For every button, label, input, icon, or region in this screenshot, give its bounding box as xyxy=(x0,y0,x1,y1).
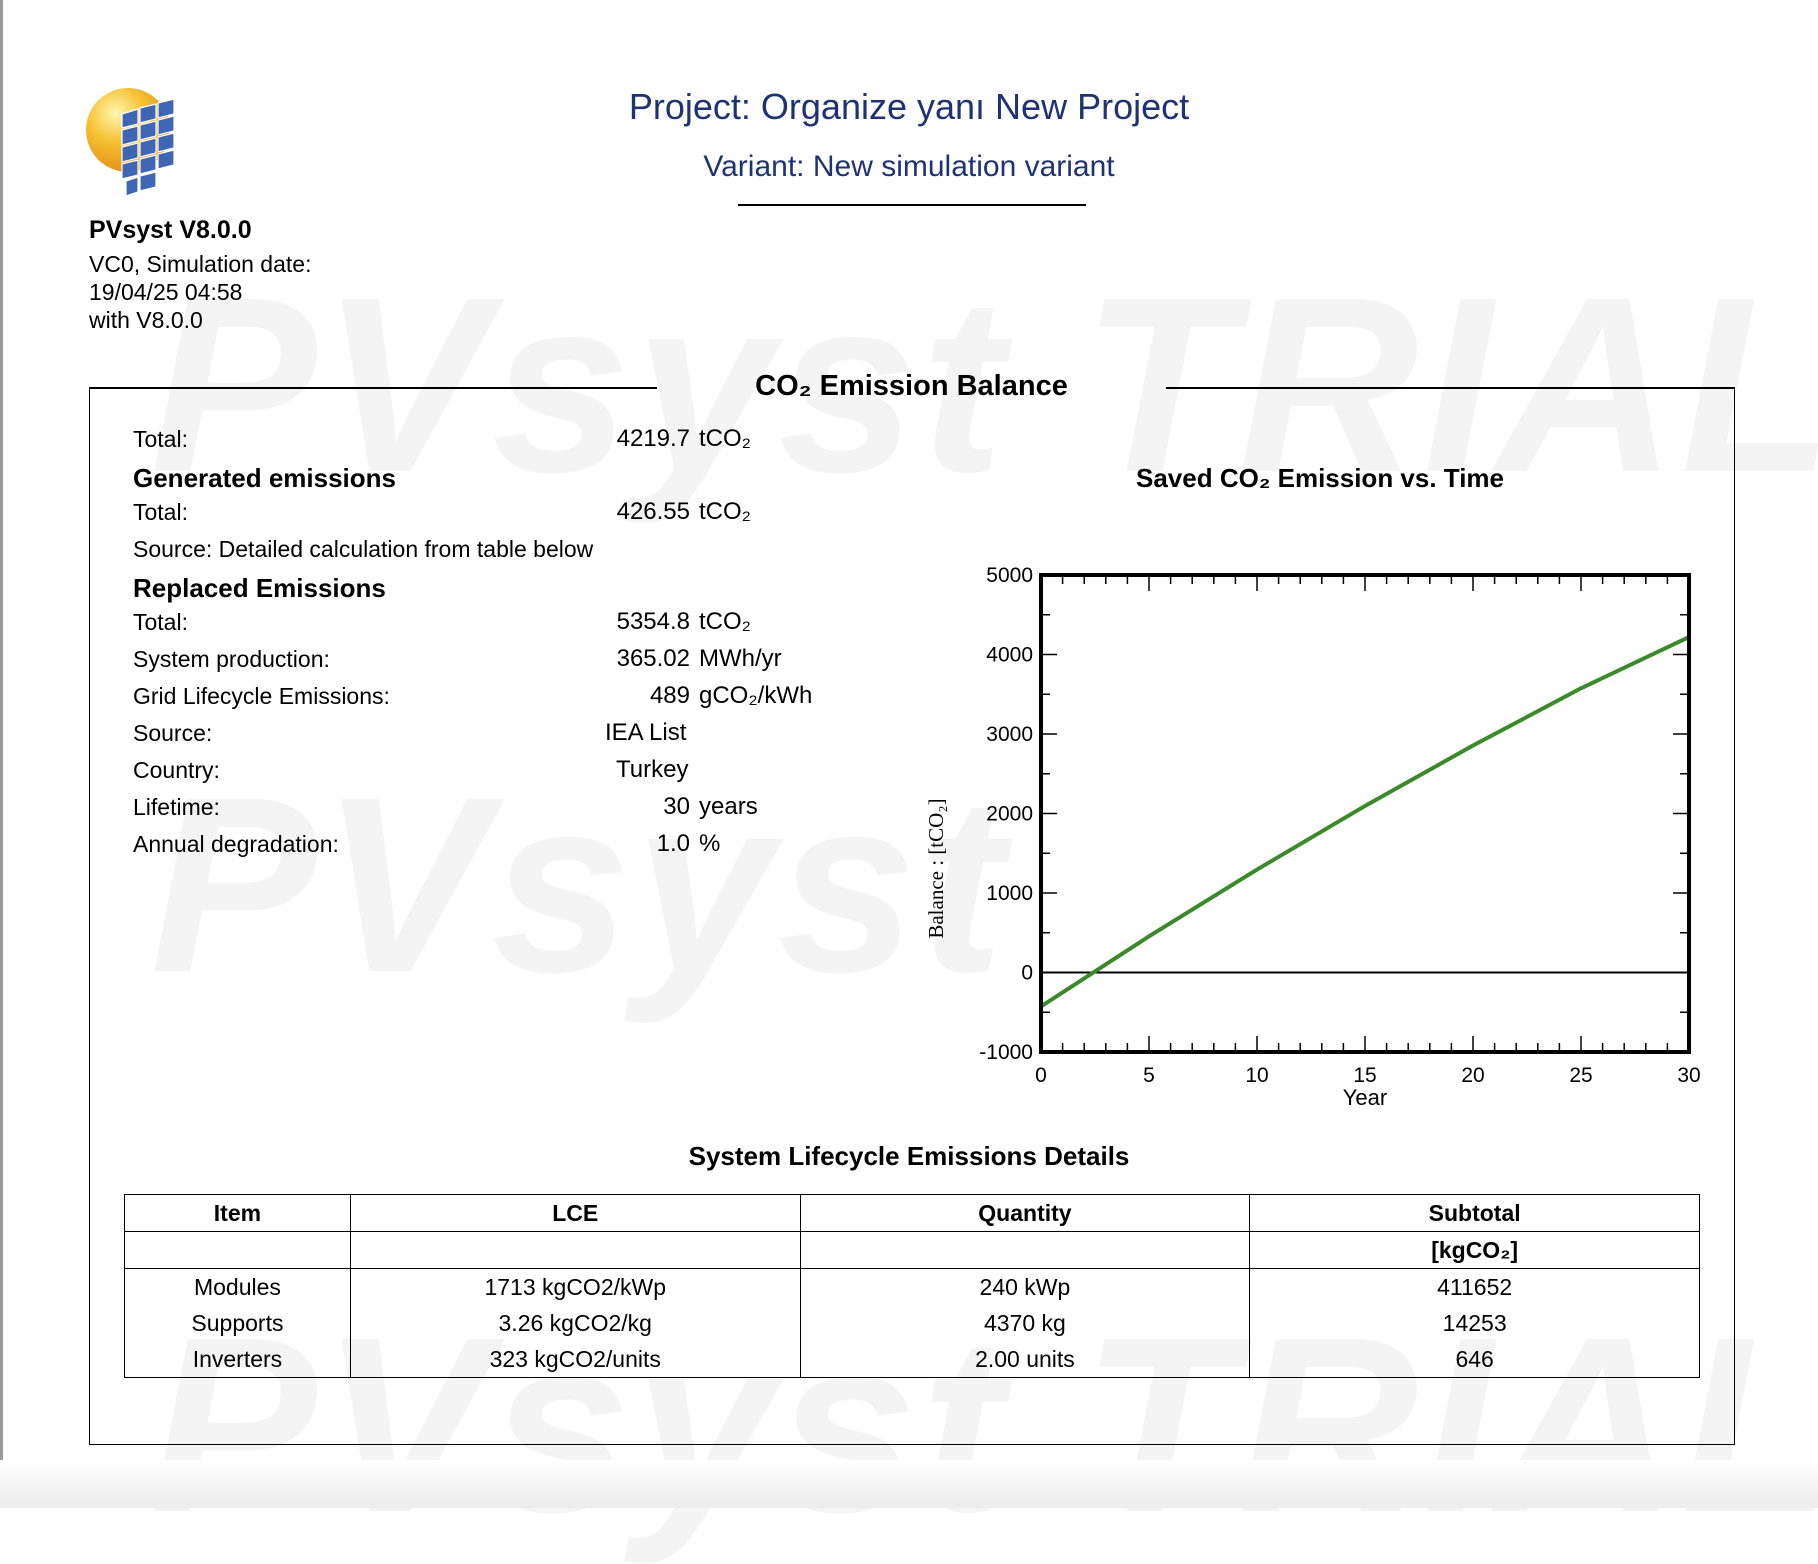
cell-subtotal: 14253 xyxy=(1249,1305,1700,1341)
y-tick-label: 3000 xyxy=(986,723,1033,746)
y-tick-label: 5000 xyxy=(986,564,1033,587)
generated-total-unit: tCO₂ xyxy=(699,498,751,525)
y-tick-label: 4000 xyxy=(986,644,1033,667)
cell-subtotal: 646 xyxy=(1249,1341,1700,1378)
source-label: Source: xyxy=(133,720,213,746)
header-divider xyxy=(738,204,1086,206)
country-label: Country: xyxy=(133,757,220,783)
generated-total-label: Total: xyxy=(133,499,188,525)
lifetime-unit: years xyxy=(699,793,758,820)
annual-degradation-label: Annual degradation: xyxy=(133,831,339,857)
table-row: Inverters 323 kgCO2/units 2.00 units 646 xyxy=(124,1341,1700,1378)
cell-quantity: 240 kWp xyxy=(799,1268,1251,1305)
variant-title: Variant: New simulation variant xyxy=(703,150,1115,183)
section-frame-top-right xyxy=(1166,387,1735,389)
cell-quantity: 2.00 units xyxy=(799,1341,1251,1378)
column-header-lce: LCE xyxy=(349,1194,801,1232)
replaced-total-value: 5354.8 xyxy=(616,608,690,635)
chart-title: Saved CO₂ Emission vs. Time xyxy=(1136,463,1504,493)
lce-table: Item LCE Quantity Subtotal [kgCO₂] Modul… xyxy=(124,1194,1700,1378)
x-axis-label: Year xyxy=(1343,1085,1387,1110)
saved-co2-chart: 0 5 10 15 20 25 30-1000010002000300040005000Ye… xyxy=(924,564,1701,1110)
page-left-border xyxy=(0,0,3,1508)
simulation-info-line: VC0, Simulation date: xyxy=(89,251,312,277)
annual-degradation-unit: % xyxy=(699,830,721,857)
cell-lce: 3.26 kgCO2/kg xyxy=(349,1305,801,1341)
simulation-info: VC0, Simulation date: 19/04/25 04:58 wit… xyxy=(89,250,389,334)
annual-degradation-value: 1.0 xyxy=(656,830,690,857)
simulation-info-line: 19/04/25 04:58 xyxy=(89,279,243,305)
series-line xyxy=(1039,635,1690,1009)
unit-cell-empty xyxy=(799,1231,1251,1269)
cell-lce: 323 kgCO2/units xyxy=(349,1341,801,1378)
grid-lifecycle-label: Grid Lifecycle Emissions: xyxy=(133,683,390,709)
total-label: Total: xyxy=(133,426,188,452)
simulation-info-line: with V8.0.0 xyxy=(89,307,203,333)
total-unit: tCO₂ xyxy=(699,425,751,452)
grid-lifecycle-value: 489 xyxy=(649,682,690,709)
x-tick-label: 0 xyxy=(1035,1064,1047,1087)
y-tick-label: 0 xyxy=(1021,962,1033,985)
y-tick-label: -1000 xyxy=(979,1041,1033,1064)
lifetime-value: 30 xyxy=(663,793,690,820)
plot-frame xyxy=(1039,573,1691,1054)
cell-item: Supports xyxy=(124,1305,351,1341)
y-axis-label: Balance : [tCO₂] xyxy=(924,798,948,938)
system-production-label: System production: xyxy=(133,646,330,672)
x-tick-label: 30 xyxy=(1677,1064,1700,1087)
table-row: Supports 3.26 kgCO2/kg 4370 kg 14253 xyxy=(124,1305,1700,1341)
unit-cell-empty xyxy=(124,1231,351,1269)
column-unit-subtotal: [kgCO₂] xyxy=(1249,1231,1700,1269)
generated-emissions-heading: Generated emissions xyxy=(133,463,396,493)
cell-item: Modules xyxy=(124,1268,351,1305)
source-value: IEA List xyxy=(605,719,687,746)
page-bottom-shade xyxy=(0,1460,1818,1508)
system-production-unit: MWh/yr xyxy=(699,645,782,672)
column-header-item: Item xyxy=(124,1194,351,1232)
lifetime-label: Lifetime: xyxy=(133,794,220,820)
x-tick-label: 15 xyxy=(1353,1064,1376,1087)
software-name: PVsyst V8.0.0 xyxy=(89,216,252,244)
x-tick-label: 10 xyxy=(1245,1064,1268,1087)
lce-table-title: System Lifecycle Emissions Details xyxy=(688,1141,1130,1171)
x-tick-label: 25 xyxy=(1569,1064,1592,1087)
replaced-emissions-heading: Replaced Emissions xyxy=(133,573,386,603)
y-tick-label: 2000 xyxy=(986,803,1033,826)
table-row: Modules 1713 kgCO2/kWp 240 kWp 411652 xyxy=(124,1268,1700,1305)
cell-item: Inverters xyxy=(124,1341,351,1378)
cell-subtotal: 411652 xyxy=(1249,1268,1700,1305)
x-tick-label: 5 xyxy=(1143,1064,1155,1087)
column-header-quantity: Quantity xyxy=(799,1194,1251,1232)
generated-total-value: 426.55 xyxy=(616,498,690,525)
country-value: Turkey xyxy=(616,756,689,783)
cell-lce: 1713 kgCO2/kWp xyxy=(349,1268,801,1305)
replaced-total-unit: tCO₂ xyxy=(699,608,751,635)
cell-quantity: 4370 kg xyxy=(799,1305,1251,1341)
system-production-value: 365.02 xyxy=(616,645,690,672)
section-frame-top-left xyxy=(89,387,657,389)
section-title: CO₂ Emission Balance xyxy=(755,370,1068,402)
replaced-total-label: Total: xyxy=(133,609,188,635)
column-header-subtotal: Subtotal xyxy=(1249,1194,1700,1232)
unit-cell-empty xyxy=(349,1231,801,1269)
x-tick-label: 20 xyxy=(1461,1064,1484,1087)
y-tick-label: 1000 xyxy=(986,882,1033,905)
total-value: 4219.7 xyxy=(616,425,690,452)
project-title: Project: Organize yanı New Project xyxy=(628,86,1190,127)
grid-lifecycle-unit: gCO₂/kWh xyxy=(699,682,813,709)
generated-source: Source: Detailed calculation from table … xyxy=(133,536,594,562)
